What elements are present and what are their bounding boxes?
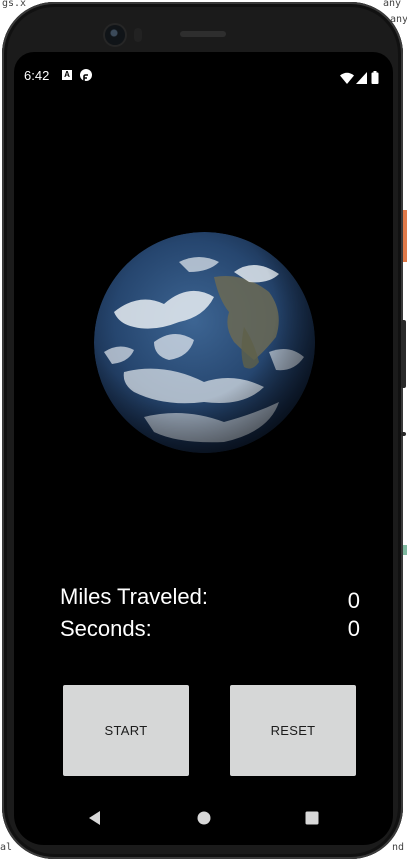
- background-accent-strip: [403, 210, 407, 262]
- phone-frame: 6:42 A Miles Traveled: 0 Seconds: 0 STAR…: [2, 2, 406, 859]
- background-code-text: nd: [392, 842, 405, 853]
- volume-button: [401, 432, 406, 436]
- cellular-signal-icon: [356, 69, 367, 88]
- background-code-text: gs.x: [2, 0, 27, 9]
- app-notification-icon: [80, 69, 92, 81]
- miles-traveled-value: 0: [347, 588, 360, 613]
- front-sensor: [134, 28, 142, 42]
- text-a-icon: A: [62, 70, 72, 80]
- background-accent-strip: [403, 545, 407, 555]
- seconds-label: Seconds:: [60, 616, 152, 641]
- back-icon[interactable]: [88, 810, 102, 825]
- background-code-text: al: [0, 842, 13, 853]
- seconds-value: 0: [347, 616, 360, 641]
- front-camera: [105, 25, 125, 45]
- start-button[interactable]: START: [63, 685, 189, 776]
- status-time: 6:42: [24, 68, 50, 83]
- reset-button[interactable]: RESET: [230, 685, 356, 776]
- earpiece-speaker: [180, 31, 226, 37]
- background-code-text: any: [383, 0, 402, 9]
- miles-traveled-label: Miles Traveled:: [60, 584, 208, 609]
- battery-icon: [371, 69, 379, 88]
- recents-icon[interactable]: [305, 810, 319, 825]
- earth-image: [94, 232, 315, 453]
- power-button: [401, 320, 406, 388]
- device-screen: 6:42 A Miles Traveled: 0 Seconds: 0 STAR…: [14, 52, 393, 845]
- wifi-icon: [340, 69, 354, 88]
- home-icon[interactable]: [197, 810, 211, 825]
